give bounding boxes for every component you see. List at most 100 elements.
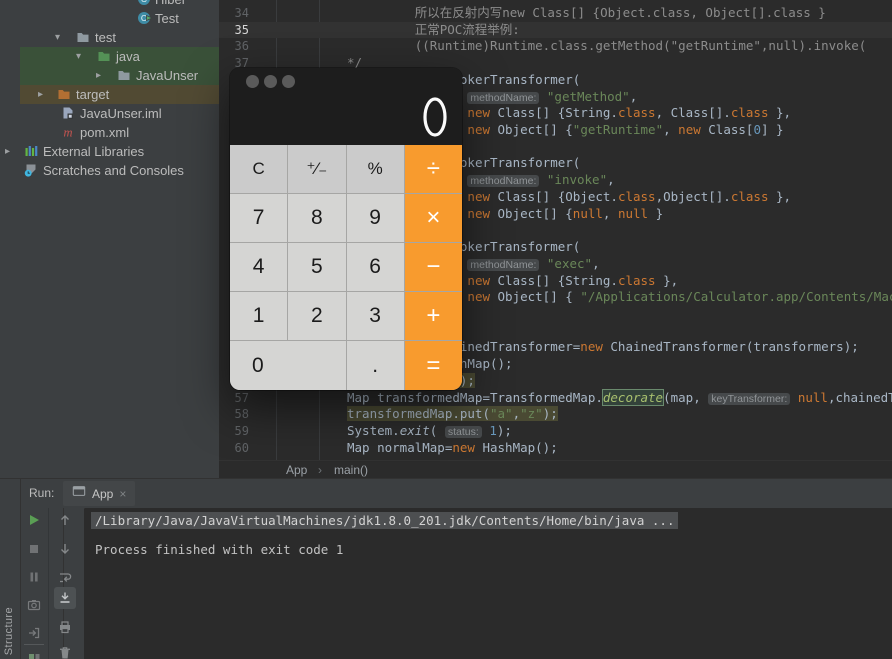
tree-item-label: pom.xml xyxy=(80,125,130,140)
screenshot-button[interactable] xyxy=(26,597,42,613)
up-stack-button[interactable] xyxy=(57,512,73,528)
line-text: Map transformedMap=TransformedMap.decora… xyxy=(347,389,892,405)
tree-item-javaunser[interactable]: ▸ JavaUnser xyxy=(0,66,219,85)
tree-item-hiber[interactable]: C Hiber xyxy=(0,0,219,9)
calc-button-⁺⁄₋[interactable]: ⁺⁄₋ xyxy=(288,145,346,193)
soft-wrap-button[interactable] xyxy=(57,569,73,585)
line-text: ((Runtime)Runtime.class.getMethod("getRu… xyxy=(347,38,867,54)
minimize-window-icon[interactable] xyxy=(264,75,277,88)
pause-button[interactable] xyxy=(26,569,42,585)
calculator-window[interactable]: C ⁺⁄₋% ÷ 7 8 9 × 4 5 6− 1 2 3 +0. = xyxy=(230,68,462,390)
tree-item-test[interactable]: ▾ test xyxy=(0,28,219,47)
code-line-57[interactable]: 57 Map transformedMap=TransformedMap.deco… xyxy=(219,389,892,407)
svg-text:m: m xyxy=(63,126,72,140)
console-exit-message: Process finished with exit code 1 xyxy=(95,542,344,557)
scroll-to-end-button[interactable] xyxy=(57,590,73,606)
line-text: transformedMap.put("a","z"); xyxy=(347,406,558,422)
tree-item-label: target xyxy=(76,87,110,102)
calc-button-.[interactable]: . xyxy=(346,341,404,390)
folder-icon xyxy=(117,68,131,82)
chevron-down-icon[interactable]: ▾ xyxy=(76,47,81,66)
tool-window-stripe: Structure xyxy=(0,479,21,659)
calc-button-%[interactable]: % xyxy=(346,145,404,193)
tree-item-java[interactable]: ▾ java xyxy=(0,47,219,66)
calc-button-−[interactable]: − xyxy=(404,243,462,291)
structure-toolwindow-button[interactable]: Structure xyxy=(3,607,15,655)
tree-item-external-libraries[interactable]: ▸ External Libraries xyxy=(0,142,219,161)
layout-button[interactable] xyxy=(26,651,42,659)
code-line-35[interactable]: 35 正常POC流程举例: xyxy=(219,21,892,39)
calculator-result-zero xyxy=(423,97,447,142)
line-number: 34 xyxy=(234,6,249,20)
run-tab-label: App xyxy=(92,486,114,501)
run-tab-app[interactable]: App × xyxy=(63,481,136,506)
tree-item-javaunser-iml[interactable]: JavaUnser.iml xyxy=(0,104,219,123)
calc-button-7[interactable]: 7 xyxy=(230,194,288,242)
calc-button-×[interactable]: × xyxy=(404,194,462,242)
chevron-right-icon[interactable]: ▸ xyxy=(96,66,101,85)
code-line-60[interactable]: 60 Map normalMap=new HashMap(); xyxy=(219,440,892,457)
selection-highlight xyxy=(20,85,219,104)
tree-item-pom-xml[interactable]: m pom.xml xyxy=(0,123,219,142)
breadcrumb-method[interactable]: main() xyxy=(334,461,368,479)
line-text: 正常POC流程举例: xyxy=(347,21,520,37)
code-line-59[interactable]: 59 System.exit( status: 1); xyxy=(219,423,892,440)
project-panel: CHiberCTest▾test▾java▸JavaUnser▸targetJa… xyxy=(0,0,220,478)
class-run-icon: C xyxy=(137,11,153,25)
calc-button-2[interactable]: 2 xyxy=(288,292,346,340)
close-window-icon[interactable] xyxy=(246,75,259,88)
ide-window: CHiberCTest▾test▾java▸JavaUnser▸targetJa… xyxy=(0,0,892,659)
breadcrumb-separator-icon: › xyxy=(318,463,322,477)
code-line-34[interactable]: 34 所以在反射内写new Class[] {Object.class, Obj… xyxy=(219,5,892,22)
calc-button-C[interactable]: C xyxy=(230,145,288,193)
folder-green-icon xyxy=(97,49,111,63)
stop-button[interactable] xyxy=(26,541,42,557)
calc-button-0[interactable]: 0 xyxy=(230,341,346,390)
calc-button-+[interactable]: + xyxy=(404,292,462,340)
run-console[interactable]: /Library/Java/JavaVirtualMachines/jdk1.8… xyxy=(85,508,892,659)
clear-all-button[interactable] xyxy=(57,645,73,659)
chevron-down-icon[interactable]: ▾ xyxy=(55,28,60,47)
line-number: 35 xyxy=(234,22,249,37)
console-icon xyxy=(72,484,86,503)
calc-button-1[interactable]: 1 xyxy=(230,292,288,340)
calc-button-8[interactable]: 8 xyxy=(288,194,346,242)
folder-icon xyxy=(76,30,90,44)
tree-item-label: test xyxy=(95,30,116,45)
run-header: Run: App × xyxy=(21,479,892,509)
rerun-button[interactable] xyxy=(26,512,42,528)
class-icon: C xyxy=(137,0,151,6)
line-number: 60 xyxy=(234,440,249,455)
tree-item-test[interactable]: C Test xyxy=(0,9,219,28)
chevron-right-icon[interactable]: ▸ xyxy=(5,142,10,161)
close-icon[interactable]: × xyxy=(119,488,126,500)
print-button[interactable] xyxy=(57,619,73,635)
scratches-icon xyxy=(24,163,38,177)
calc-button-6[interactable]: 6 xyxy=(346,243,404,291)
calc-button-=[interactable]: = xyxy=(404,341,462,390)
tree-item-label: Scratches and Consoles xyxy=(43,163,184,178)
tree-item-scratches-and-consoles[interactable]: Scratches and Consoles xyxy=(0,161,219,180)
calc-button-3[interactable]: 3 xyxy=(346,292,404,340)
line-number: 58 xyxy=(234,407,249,422)
line-number: 57 xyxy=(234,390,249,405)
tree-item-label: Hiber xyxy=(155,0,186,9)
svg-text:C: C xyxy=(141,0,147,4)
maven-icon: m xyxy=(61,125,75,140)
zoom-window-icon[interactable] xyxy=(282,75,295,88)
tree-item-target[interactable]: ▸ target xyxy=(0,85,219,104)
show-output-button[interactable] xyxy=(26,625,42,641)
code-line-36[interactable]: 36 ((Runtime)Runtime.class.getMethod("ge… xyxy=(219,38,892,55)
calc-button-÷[interactable]: ÷ xyxy=(404,145,462,193)
breadcrumb-class[interactable]: App xyxy=(286,461,307,479)
folder-excluded-icon xyxy=(57,87,71,101)
down-stack-button[interactable] xyxy=(57,541,73,557)
calc-button-9[interactable]: 9 xyxy=(346,194,404,242)
code-line-58[interactable]: 58 transformedMap.put("a","z"); xyxy=(219,406,892,423)
run-panel-title: Run: xyxy=(29,486,55,500)
chevron-right-icon[interactable]: ▸ xyxy=(38,85,43,104)
tree-item-label: External Libraries xyxy=(43,144,145,159)
calc-button-4[interactable]: 4 xyxy=(230,243,288,291)
module-icon xyxy=(61,106,75,120)
calc-button-5[interactable]: 5 xyxy=(288,243,346,291)
